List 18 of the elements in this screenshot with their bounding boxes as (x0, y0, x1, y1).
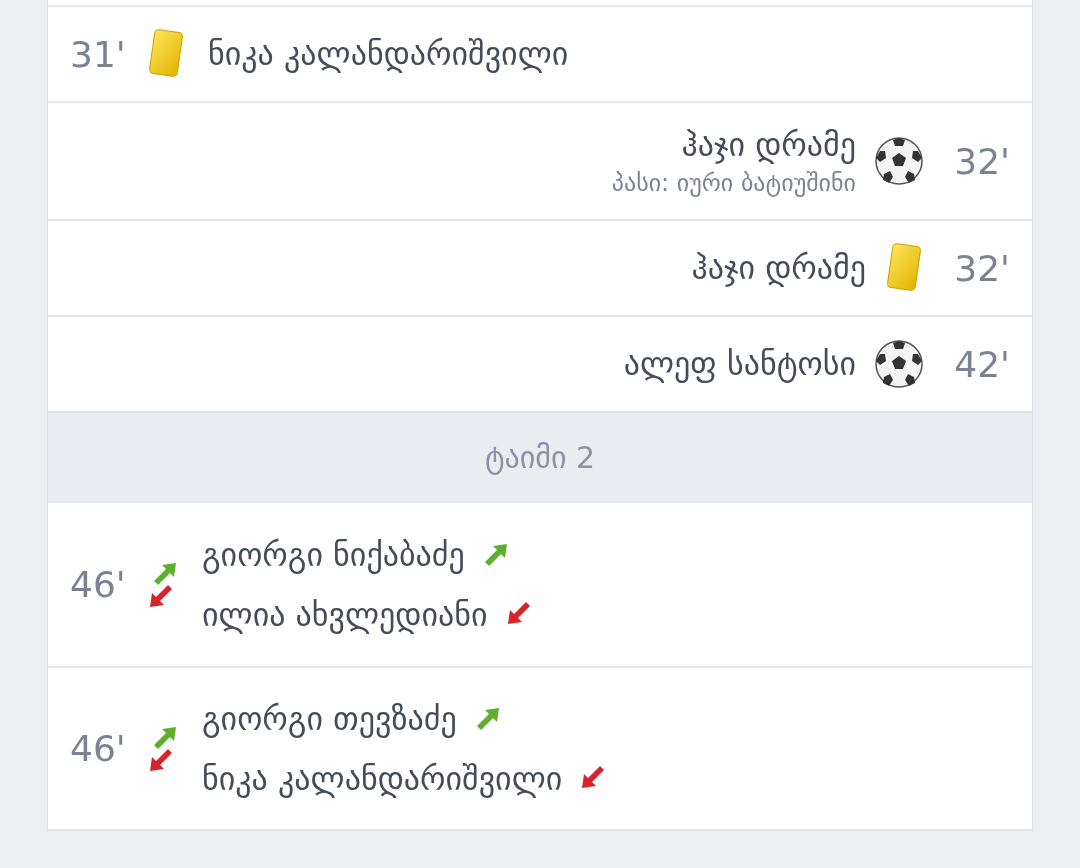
minute-label: 32' (953, 247, 1010, 289)
player-out-name: ილია ახვლედიანი (202, 594, 488, 636)
minute-label: 42' (953, 343, 1010, 385)
player-out-name: ნიკა კალანდარიშვილი (202, 758, 563, 800)
player-in-name: გიორგი თევზაძე (202, 698, 457, 740)
minute-label: 46' (70, 564, 127, 605)
player-name: ნიკა კალანდარიშვილი (208, 34, 569, 75)
assist-label: პასი: იური ბატიუშინი (611, 168, 856, 199)
minute-label: 32' (953, 140, 1010, 182)
minute-label: 31' (70, 33, 127, 75)
period-label: ტაიმი 2 (484, 439, 596, 475)
player-name: ჰაჯი დრამე (681, 125, 856, 166)
minute-label: 46' (70, 728, 127, 769)
player-in-name: გიორგი ნიქაბაძე (202, 534, 465, 576)
player-name: ალეფ სანტოსი (623, 344, 856, 385)
player-name: ჰაჯი დრამე (691, 248, 866, 289)
soccer-ball-icon (874, 136, 924, 186)
soccer-ball-icon (874, 339, 924, 389)
